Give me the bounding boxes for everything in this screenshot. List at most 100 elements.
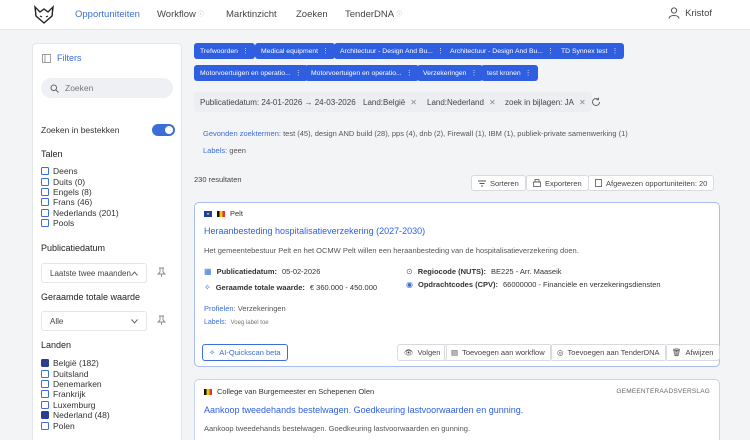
filter-label: zoek in bijlagen: JA: [505, 97, 574, 107]
add-label-link[interactable]: Voeg label toe: [231, 320, 269, 326]
meta-value: 66000000 - Financiële en verzekeringsdie…: [503, 280, 661, 289]
workflow-icon: ▤: [451, 348, 459, 357]
checkbox[interactable]: [41, 369, 49, 378]
reject-button[interactable]: 🗑 Afwijzen: [665, 344, 721, 361]
active-filter-chip[interactable]: zoek in bijlagen: JA ✕: [499, 92, 592, 112]
rejected-opportunities-button[interactable]: Afgewezen opportuniteiten: 20: [588, 175, 715, 191]
close-icon[interactable]: ✕: [579, 98, 586, 107]
profile-chip[interactable]: Verzekeringen ⋮: [417, 65, 484, 81]
language-option[interactable]: Deens: [41, 166, 119, 176]
languages-title: Talen: [41, 149, 63, 159]
profile-chip[interactable]: Motorvoertuigen en operatio... ⋮: [194, 65, 308, 81]
checkbox[interactable]: [41, 208, 49, 217]
nav-marktinzicht[interactable]: Marktinzicht: [226, 9, 277, 20]
more-vertical-icon[interactable]: ⋮: [525, 69, 532, 77]
country-option[interactable]: Luxemburg: [41, 400, 110, 410]
active-filter-chip[interactable]: Land:Nederland ✕: [421, 92, 502, 112]
sort-icon: [478, 180, 486, 186]
checkbox[interactable]: [41, 390, 49, 399]
checkbox[interactable]: [41, 177, 49, 186]
profiles-label: Profielen:: [204, 304, 236, 313]
follow-button[interactable]: 👁 Volgen: [397, 344, 448, 361]
checkbox[interactable]: [41, 379, 49, 388]
button-label: Exporteren: [545, 178, 582, 188]
nav-zoeken[interactable]: Zoeken: [296, 9, 328, 20]
checkbox-checked[interactable]: [41, 411, 49, 420]
active-filter-chip[interactable]: Land:België ✕: [357, 92, 423, 112]
card-type-badge: GEMEENTERAADSVERSLAG: [616, 388, 710, 395]
pin-icon[interactable]: [157, 267, 166, 277]
more-vertical-icon[interactable]: ⋮: [242, 47, 249, 55]
country-option[interactable]: België (182): [41, 358, 110, 368]
profile-chip[interactable]: TD Synnex test ⋮: [555, 43, 625, 59]
profile-chip[interactable]: Medical equipment ⋮: [255, 43, 336, 59]
profile-chip[interactable]: Architectuur - Design And Bu... ⋮: [334, 43, 450, 59]
more-vertical-icon[interactable]: ⋮: [470, 69, 477, 77]
country-option[interactable]: Frankrijk: [41, 389, 110, 399]
profile-chip[interactable]: Architectuur - Design And Bu... ⋮: [444, 43, 560, 59]
more-vertical-icon[interactable]: ⋮: [547, 47, 554, 55]
language-option[interactable]: Pools: [41, 218, 119, 228]
add-to-tenderdna-button[interactable]: ◎ Toevoegen aan TenderDNA: [550, 344, 667, 361]
ai-quickscan-button[interactable]: ✧ AI-Quickscan beta: [202, 344, 288, 361]
filter-label: Publicatiedatum: 24-01-2026 → 24-03-2026: [200, 97, 356, 107]
profile-chip[interactable]: test kronen ⋮: [481, 65, 538, 81]
estimated-value-select[interactable]: Alle: [41, 311, 147, 331]
language-option[interactable]: Frans (46): [41, 197, 119, 207]
country-option[interactable]: Denemarken: [41, 379, 110, 389]
profile-chip[interactable]: Trefwoorden ⋮: [194, 43, 255, 59]
opportunity-card[interactable]: College van Burgemeester en Schepenen Ol…: [194, 379, 720, 440]
more-vertical-icon[interactable]: ⋮: [295, 69, 302, 77]
publication-date-meta: ▦ Publicatiedatum: 05-02-2026: [204, 267, 320, 276]
sidebar-toggle-icon: [42, 53, 51, 63]
publication-date-select[interactable]: Laatste twee maanden: [41, 263, 147, 283]
button-label: Sorteren: [490, 178, 519, 188]
checkbox[interactable]: [41, 187, 49, 196]
export-button[interactable]: Exporteren: [526, 175, 589, 191]
checkbox-checked[interactable]: [41, 359, 49, 368]
trash-icon: 🗑: [672, 348, 682, 357]
language-option[interactable]: Duits (0): [41, 176, 119, 187]
more-vertical-icon[interactable]: ⋮: [322, 47, 329, 55]
nav-tenderdna[interactable]: TenderDNA ⓘ: [345, 9, 402, 20]
eu-flag-icon: ★: [204, 210, 212, 217]
language-option[interactable]: Engels (8): [41, 187, 119, 197]
search-in-attachments-toggle[interactable]: [152, 124, 175, 136]
filters-header[interactable]: Filters: [42, 53, 82, 63]
checkbox[interactable]: [41, 198, 49, 207]
language-option[interactable]: Nederlands (201): [41, 208, 119, 218]
document-icon: [595, 179, 602, 187]
more-vertical-icon[interactable]: ⋮: [611, 47, 618, 55]
select-value: Laatste twee maanden: [50, 268, 131, 278]
nav-opportuniteiten[interactable]: Opportuniteiten: [75, 9, 140, 20]
cpv-meta: ◉ Opdrachtcodes (CPV): 66000000 - Financi…: [406, 280, 661, 289]
add-to-workflow-button[interactable]: ▤ Toevoegen aan workflow: [444, 344, 552, 361]
more-vertical-icon[interactable]: ⋮: [406, 69, 413, 77]
sort-button[interactable]: Sorteren: [471, 175, 526, 191]
select-value: Alle: [50, 316, 64, 326]
checkbox[interactable]: [41, 219, 49, 228]
active-filter-chip[interactable]: Publicatiedatum: 24-01-2026 → 24-03-2026: [194, 92, 362, 112]
close-icon[interactable]: ✕: [489, 98, 496, 107]
country-option[interactable]: Nederland (48): [41, 410, 110, 420]
chip-label: TD Synnex test: [561, 47, 608, 55]
opportunity-card[interactable]: ★ Pelt Heraanbesteding hospitalisatiever…: [194, 202, 721, 367]
close-icon[interactable]: ✕: [410, 98, 417, 107]
chip-label: Trefwoorden: [200, 47, 238, 55]
checkbox[interactable]: [41, 421, 49, 430]
country-option[interactable]: Duitsland: [41, 368, 110, 379]
pin-icon[interactable]: [157, 315, 166, 325]
nav-workflow[interactable]: Workflow ⓘ: [157, 9, 204, 20]
profile-chip[interactable]: Motorvoertuigen en operatio... ⋮: [305, 65, 419, 81]
refresh-icon[interactable]: [591, 97, 601, 107]
checkbox[interactable]: [41, 167, 49, 176]
checkbox[interactable]: [41, 400, 49, 409]
logo-icon[interactable]: [33, 5, 55, 25]
more-vertical-icon[interactable]: ⋮: [437, 47, 444, 55]
card-title[interactable]: Aankoop tweedehands bestelwagen. Goedkeu…: [204, 405, 523, 415]
eye-icon: 👁: [404, 348, 414, 357]
country-option[interactable]: Polen: [41, 420, 110, 431]
card-title[interactable]: Heraanbesteding hospitalisatieverzekerin…: [204, 226, 425, 236]
user-menu[interactable]: Kristof: [668, 7, 712, 19]
search-input[interactable]: Zoeken: [41, 78, 173, 98]
